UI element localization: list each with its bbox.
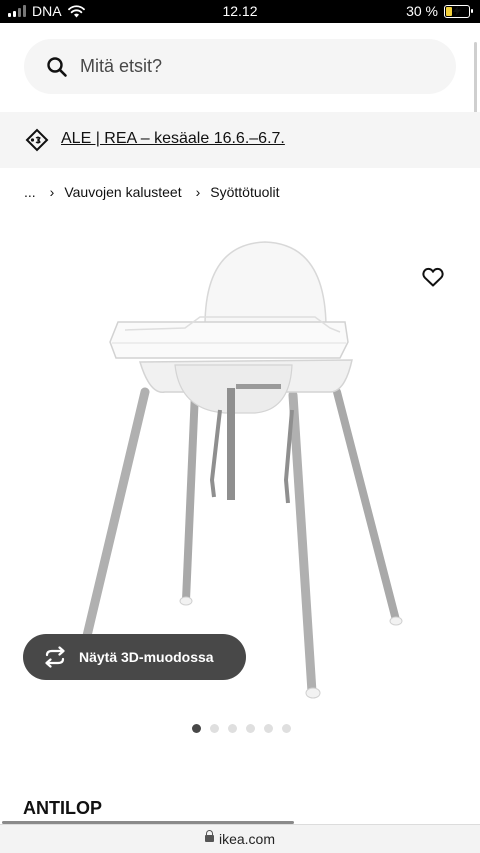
search-bar[interactable] [24, 39, 456, 94]
battery-percentage: 30 % [406, 3, 438, 19]
breadcrumb-item-more[interactable]: ... [24, 184, 36, 200]
view-3d-button[interactable]: Näytä 3D-muodossa [23, 634, 246, 680]
carousel-dot[interactable] [263, 724, 273, 733]
carousel-dot[interactable] [227, 724, 237, 733]
breadcrumb-item-high-chairs[interactable]: Syöttötuolit [210, 184, 279, 200]
carousel-dot[interactable] [281, 724, 291, 733]
chevron-right-icon: › [49, 184, 55, 200]
lock-icon [204, 830, 214, 844]
url-text: ikea.com [218, 831, 276, 847]
breadcrumb-item-baby-furniture[interactable]: Vauvojen kalusteet [64, 184, 181, 200]
promo-banner[interactable]: ALE | REA – kesäale 16.6.–6.7. [0, 112, 480, 168]
view-3d-label: Näytä 3D-muodossa [79, 649, 214, 665]
status-right: 30 % [406, 3, 473, 19]
search-input[interactable] [80, 39, 440, 94]
url-display[interactable]: ikea.com [0, 830, 480, 847]
status-bar: DNA 12.12 30 % [0, 0, 480, 23]
rotate-3d-icon [45, 646, 65, 668]
promo-link[interactable]: ALE | REA – kesäale 16.6.–6.7. [61, 130, 285, 148]
carousel-dot[interactable] [209, 724, 219, 733]
price-tag-icon [25, 128, 49, 152]
carousel-dot[interactable] [245, 724, 255, 733]
browser-address-bar[interactable]: ikea.com [0, 821, 480, 853]
product-title: ANTILOP [23, 798, 102, 818]
horizontal-scroll-indicator [2, 821, 294, 824]
carousel-dot[interactable] [191, 724, 201, 733]
breadcrumb: ... › Vauvojen kalusteet › Syöttötuolit [24, 184, 280, 200]
chevron-right-icon: › [195, 184, 201, 200]
search-icon [47, 57, 67, 77]
image-carousel-indicator[interactable] [0, 724, 480, 733]
heart-outline-icon[interactable] [421, 265, 445, 289]
battery-charging-icon [444, 4, 473, 18]
